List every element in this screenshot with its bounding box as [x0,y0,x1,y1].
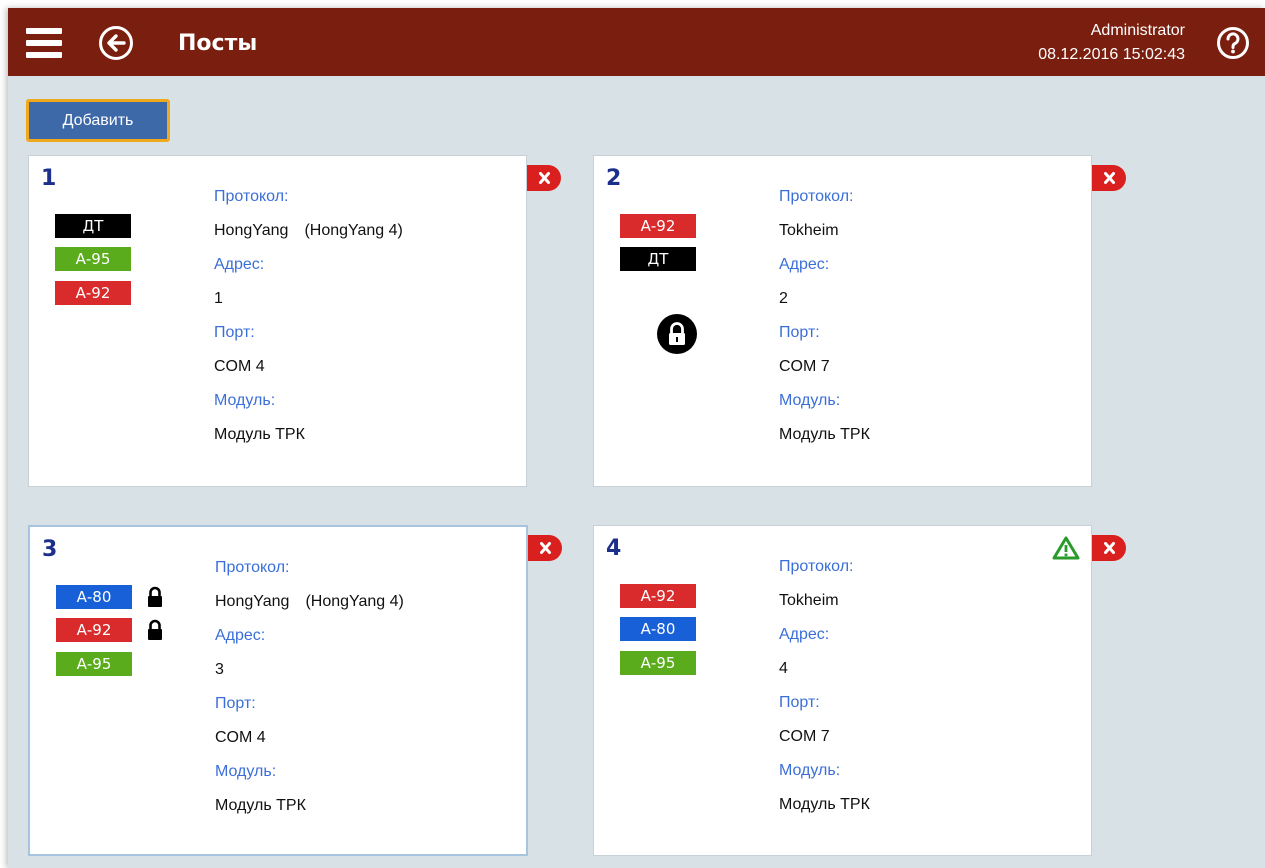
module-value: Модуль ТРК [214,426,305,443]
fuel-badge[interactable]: ДТ [55,214,131,238]
protocol-label: Протокол: [214,188,289,205]
protocol-value: Tokheim [779,214,870,248]
add-post-button[interactable]: Добавить [26,99,170,142]
delete-post-button[interactable] [1092,535,1126,561]
protocol-value: HongYang (HongYang 4) [214,214,403,248]
port-value: COM 4 [214,358,265,375]
module-value: Модуль ТРК [779,426,870,443]
protocol-label: Протокол: [779,188,854,205]
module-value: Модуль ТРК [779,796,870,813]
protocol-detail: (HongYang 4) [304,222,403,239]
protocol-value: HongYang (HongYang 4) [215,585,404,619]
post-number: 3 [42,537,58,562]
protocol-detail: (HongYang 4) [305,593,404,610]
delete-post-button[interactable] [528,535,562,561]
post-card-1[interactable]: 1 ДТ А-95 А-92 Протокол: HongYang (HongYang 4)… [28,155,527,487]
port-label: Порт: [215,695,256,712]
address-value: 2 [779,290,788,307]
post-info: Протокол: HongYang (HongYang 4) Адрес: 3 Порт… [215,551,404,823]
protocol-name: Tokheim [779,592,839,609]
question-circle-icon[interactable] [1216,26,1250,60]
fuel-badge[interactable]: А-80 [620,617,696,641]
port-label: Порт: [214,324,255,341]
warning-triangle-icon [1052,536,1080,560]
address-label: Адрес: [214,256,265,273]
address-value: 4 [779,660,788,677]
fuel-badge[interactable]: А-92 [56,618,132,642]
fuel-badge[interactable]: А-92 [55,281,131,305]
module-label: Модуль: [214,392,276,409]
address-value: 3 [215,661,224,678]
user-info: Administrator 08.12.2016 15:02:43 [1038,19,1185,67]
delete-post-button[interactable] [527,165,561,191]
fuel-badge[interactable]: А-95 [55,247,131,271]
protocol-label: Протокол: [215,559,290,576]
port-value: COM 7 [779,728,830,745]
address-label: Адрес: [779,256,830,273]
protocol-label: Протокол: [779,558,854,575]
fuel-badge[interactable]: А-95 [620,651,696,675]
fuel-badge[interactable]: А-95 [56,652,132,676]
port-label: Порт: [779,324,820,341]
fuel-badge[interactable]: А-80 [56,585,132,609]
arrow-left-circle-icon[interactable] [98,25,134,61]
post-card-2[interactable]: 2 А-92 ДТ Протокол: Tokheim Адрес: 2 Порт: COM 7… [593,155,1092,487]
port-label: Порт: [779,694,820,711]
port-value: COM 7 [779,358,830,375]
fuel-badge[interactable]: А-92 [620,584,696,608]
port-value: COM 4 [215,729,266,746]
address-label: Адрес: [779,626,830,643]
protocol-name: HongYang [215,593,290,610]
hamburger-menu-icon[interactable] [26,28,62,58]
post-number: 2 [606,166,622,191]
module-label: Модуль: [779,392,841,409]
post-card-4[interactable]: 4 А-92 А-80 А-95 Протокол: Tokheim Адрес: 4 Порт… [593,525,1092,856]
post-info: Протокол: HongYang (HongYang 4) Адрес: 1 Порт… [214,180,403,452]
address-label: Адрес: [215,627,266,644]
protocol-name: Tokheim [779,222,839,239]
module-value: Модуль ТРК [215,797,306,814]
fuel-badge[interactable]: А-92 [620,214,696,238]
delete-post-button[interactable] [1092,165,1126,191]
protocol-value: Tokheim [779,584,870,618]
protocol-name: HongYang [214,222,289,239]
fuel-badge[interactable]: ДТ [620,247,696,271]
current-datetime: 08.12.2016 15:02:43 [1038,46,1185,63]
lock-icon [148,586,162,607]
post-info: Протокол: Tokheim Адрес: 4 Порт: COM 7 Модуль:… [779,550,870,822]
lock-icon [148,619,162,640]
post-number: 4 [606,536,622,561]
user-name: Administrator [1090,22,1185,39]
module-label: Модуль: [779,762,841,779]
post-lock-icon [657,314,697,354]
page-title: Посты [178,31,258,56]
post-info: Протокол: Tokheim Адрес: 2 Порт: COM 7 Модуль:… [779,180,870,452]
address-value: 1 [214,290,223,307]
header-bar: Посты Administrator 08.12.2016 15:02:43 [8,8,1265,76]
post-card-3[interactable]: 3 А-80 А-92 А-95 Протокол: HongYang (HongYang … [28,525,528,856]
module-label: Модуль: [215,763,277,780]
post-number: 1 [41,166,57,191]
app-window: Посты Administrator 08.12.2016 15:02:43 … [8,8,1265,868]
